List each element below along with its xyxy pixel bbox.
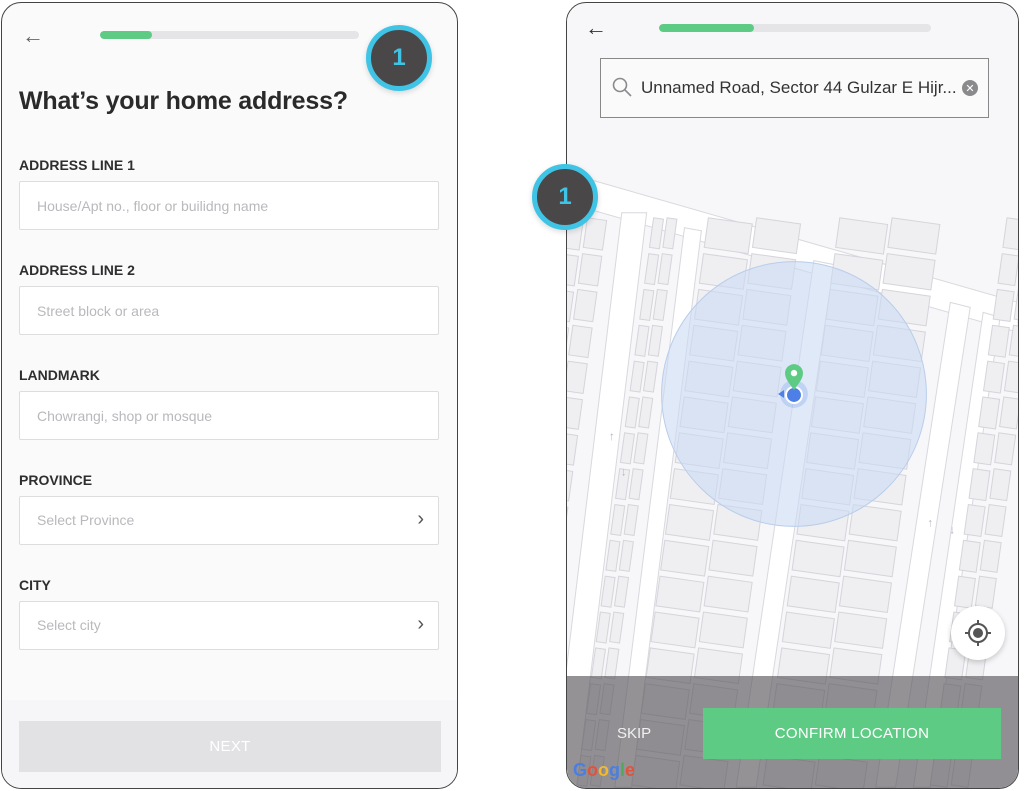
map-building [791, 539, 845, 578]
province-placeholder: Select Province [37, 512, 135, 528]
map-building [997, 253, 1018, 287]
clear-search-icon[interactable]: ✕ [962, 80, 978, 96]
address-line-1-field[interactable] [19, 181, 439, 230]
progress-bar [100, 31, 359, 39]
province-select[interactable]: Select Province › [19, 496, 439, 545]
map-building [650, 611, 700, 649]
map-building [582, 217, 608, 251]
map-building [992, 288, 1015, 322]
map-building [984, 503, 1007, 538]
arrow-down-icon: ↓ [621, 465, 627, 479]
map-building [703, 217, 753, 255]
address-line-2-field[interactable] [19, 286, 439, 335]
map-building [568, 324, 593, 359]
map-building [982, 360, 1006, 394]
map-building [577, 253, 603, 287]
crosshair-icon [965, 620, 991, 646]
landmark-field[interactable] [19, 391, 439, 440]
landmark-input[interactable] [20, 392, 438, 439]
my-location-button[interactable] [951, 606, 1005, 660]
arrow-down-icon: ↓ [949, 522, 955, 536]
map-building [703, 575, 753, 613]
map-building [835, 217, 889, 255]
map-building [751, 217, 802, 255]
progress-fill [100, 31, 152, 39]
arrow-up-icon: ↑ [927, 515, 933, 529]
address-form-screen: ← What’s your home address? ADDRESS LINE… [1, 2, 458, 789]
map-building [843, 539, 897, 578]
progress-bar [659, 24, 931, 32]
arrow-up-icon: ↑ [609, 429, 615, 443]
city-placeholder: Select city [37, 617, 101, 633]
annotation-badge: 1 [532, 164, 598, 230]
map-building [958, 539, 981, 573]
map-location-screen: ↑ ↓ ↑ ↓ ← Unnamed Road, Sector 44 Gulzar… [566, 2, 1019, 789]
back-arrow-icon[interactable]: ← [585, 17, 607, 39]
progress-fill [659, 24, 755, 32]
map-building [698, 611, 748, 649]
province-label: PROVINCE [19, 472, 93, 488]
city-label: CITY [19, 577, 51, 593]
back-arrow-icon[interactable]: ← [22, 25, 44, 47]
map-building [573, 288, 598, 323]
map-building [786, 575, 840, 614]
map-building [655, 575, 705, 613]
map-building [978, 396, 1001, 430]
map-building [968, 468, 991, 502]
landmark-label: LANDMARK [19, 367, 100, 383]
map-building [882, 253, 936, 291]
address-line-2-label: ADDRESS LINE 2 [19, 262, 135, 278]
map-building [834, 611, 888, 649]
address-line-1-label: ADDRESS LINE 1 [19, 157, 135, 173]
map-building [660, 539, 710, 577]
map-building [989, 468, 1012, 502]
next-button[interactable]: NEXT [19, 721, 441, 772]
map-building [974, 575, 997, 609]
map-building [781, 611, 835, 649]
location-search-field[interactable]: Unnamed Road, Sector 44 Gulzar E Hijr...… [600, 58, 989, 118]
skip-button[interactable]: SKIP [617, 725, 651, 742]
search-icon [612, 77, 632, 97]
annotation-badge: 1 [366, 25, 432, 91]
map-building [708, 539, 758, 577]
map-building [887, 217, 941, 255]
map-building [987, 324, 1010, 358]
google-logo: Google [573, 760, 636, 780]
map-view[interactable]: ↑ ↓ ↑ ↓ [567, 3, 1018, 788]
chevron-right-icon: › [417, 613, 424, 635]
address-line-1-input[interactable] [20, 182, 438, 229]
map-building [567, 360, 588, 394]
map-building [963, 503, 986, 538]
city-select[interactable]: Select city › [19, 601, 439, 650]
map-building [953, 575, 976, 609]
address-line-2-input[interactable] [20, 287, 438, 334]
map-building [664, 503, 715, 541]
chevron-right-icon: › [417, 508, 424, 530]
map-building [838, 575, 893, 614]
map-building [994, 432, 1017, 466]
search-input-value[interactable]: Unnamed Road, Sector 44 Gulzar E Hijr... [641, 78, 957, 98]
map-building [973, 432, 996, 466]
page-title: What’s your home address? [19, 87, 348, 115]
confirm-location-button[interactable]: CONFIRM LOCATION [703, 708, 1001, 759]
map-building [979, 539, 1002, 573]
